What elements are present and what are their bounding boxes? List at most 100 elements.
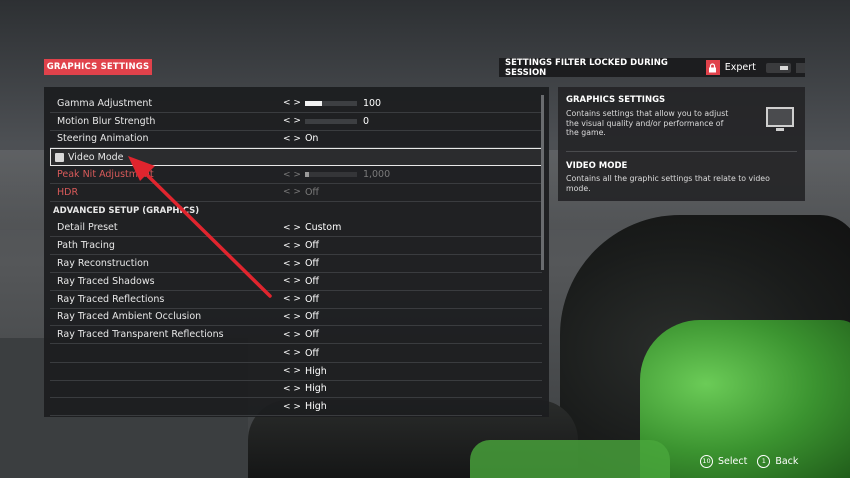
left-right-arrows-icon[interactable]: < > — [283, 223, 301, 233]
setting-control[interactable]: < > Off — [283, 187, 319, 198]
filter-level-toggle[interactable] — [765, 62, 791, 73]
info-description: Contains settings that allow you to adju… — [566, 109, 729, 137]
setting-value: Off — [304, 258, 319, 270]
setting-value: Off — [304, 329, 319, 341]
setting-control[interactable]: < > High — [283, 366, 327, 377]
setting-value: Off — [304, 311, 319, 323]
setting-label: HDR — [57, 186, 79, 198]
setting-label: Motion Blur Strength — [57, 115, 156, 127]
setting-control[interactable]: < > On — [283, 133, 318, 144]
setting-label: Video Mode — [68, 151, 124, 163]
settings-scrollbar[interactable] — [541, 95, 544, 270]
setting-value: Off — [304, 275, 319, 287]
setting-control[interactable]: < > High — [283, 383, 327, 394]
settings-list-panel: Gamma Adjustment < > 100 Motion Blur Str… — [44, 87, 549, 417]
setting-value: On — [304, 133, 319, 145]
page-title: GRAPHICS SETTINGS — [44, 59, 152, 75]
left-right-arrows-icon[interactable]: < > — [283, 116, 301, 126]
left-right-arrows-icon[interactable]: < > — [283, 348, 301, 358]
setting-row-steering-animation[interactable]: Steering Animation < > On — [50, 131, 542, 149]
setting-row-ray-traced-shadows[interactable]: Ray Traced Shadows < > Off — [50, 273, 542, 291]
setting-row-hidden[interactable]: < > Off — [50, 345, 542, 363]
background-cockpit-livery — [470, 440, 670, 478]
setting-row-ray-traced-reflections[interactable]: Ray Traced Reflections < > Off — [50, 291, 542, 309]
left-right-arrows-icon[interactable]: < > — [283, 384, 301, 394]
setting-value: High — [304, 365, 327, 377]
setting-row-peak-nit-adjustment[interactable]: Peak Nit Adjustment < > 1,000 — [50, 166, 542, 184]
setting-control[interactable]: < > Off — [283, 276, 319, 287]
left-right-arrows-icon[interactable]: < > — [283, 330, 301, 340]
left-right-arrows-icon[interactable]: < > — [283, 241, 301, 251]
select-button-icon: 10 — [700, 454, 713, 468]
setting-value: Custom — [304, 222, 342, 234]
back-button[interactable]: Back — [775, 456, 798, 467]
info-divider — [566, 151, 797, 152]
setting-label: Steering Animation — [57, 133, 149, 145]
section-label: ADVANCED SETUP (GRAPHICS) — [53, 205, 200, 216]
setting-control[interactable]: < > Off — [283, 348, 319, 359]
filter-level-square — [795, 62, 805, 73]
left-right-arrows-icon[interactable]: < > — [283, 366, 301, 376]
setting-value: 1,000 — [362, 169, 391, 181]
setting-label: Path Tracing — [57, 240, 115, 252]
left-right-arrows-icon[interactable]: < > — [283, 312, 301, 322]
left-right-arrows-icon[interactable]: < > — [283, 170, 301, 180]
setting-row-detail-preset[interactable]: Detail Preset < > Custom — [50, 220, 542, 238]
setting-row-hidden[interactable]: < > High — [50, 381, 542, 399]
setting-value: Off — [304, 186, 319, 198]
setting-value: High — [304, 401, 327, 413]
setting-label: Detail Preset — [57, 222, 118, 234]
back-button-icon: 1 — [757, 454, 771, 468]
setting-row-hidden[interactable]: < > High — [50, 363, 542, 381]
setting-slider[interactable] — [304, 172, 357, 178]
setting-row-video-mode[interactable]: Video Mode — [50, 148, 542, 167]
setting-value: Off — [304, 293, 319, 305]
setting-slider[interactable] — [304, 100, 357, 106]
setting-row-motion-blur-strength[interactable]: Motion Blur Strength < > 0 — [50, 113, 542, 131]
setting-control[interactable]: < > Off — [283, 258, 319, 269]
left-right-arrows-icon[interactable]: < > — [283, 259, 301, 269]
setting-row-ray-traced-transparent-reflections[interactable]: Ray Traced Transparent Reflections < > O… — [50, 326, 542, 345]
setting-row-hdr[interactable]: HDR < > Off — [50, 184, 542, 202]
setting-control[interactable]: < > 0 — [283, 116, 369, 127]
info-sub-description: Contains all the graphic settings that r… — [566, 174, 770, 193]
setting-control[interactable]: < > Custom — [283, 222, 341, 233]
settings-rows-partially-hidden: < > Off < > High < > High < > High — [50, 345, 542, 417]
setting-control[interactable]: < > Off — [283, 294, 319, 305]
setting-control[interactable]: < > Off — [283, 240, 319, 251]
settings-filter-bar: SETTINGS FILTER LOCKED DURING SESSION Ex… — [499, 57, 805, 78]
footer-controls: 10 Select 1 Back — [700, 452, 798, 470]
setting-label: Ray Reconstruction — [57, 258, 149, 270]
setting-row-path-tracing[interactable]: Path Tracing < > Off — [50, 237, 542, 256]
setting-control[interactable]: < > Off — [283, 329, 319, 340]
setting-row-gamma-adjustment[interactable]: Gamma Adjustment < > 100 — [50, 95, 542, 113]
left-right-arrows-icon[interactable]: < > — [283, 187, 301, 197]
setting-slider[interactable] — [304, 118, 357, 124]
setting-value: Off — [304, 347, 319, 359]
setting-row-hidden[interactable]: < > High — [50, 398, 542, 417]
setting-label: Ray Traced Reflections — [57, 293, 165, 305]
setting-value: High — [304, 383, 327, 395]
select-button[interactable]: Select — [718, 456, 747, 467]
info-panel: GRAPHICS SETTINGS Contains settings that… — [558, 87, 805, 201]
filter-level: Expert — [724, 62, 756, 73]
setting-value: 0 — [362, 115, 369, 127]
left-right-arrows-icon[interactable]: < > — [283, 98, 301, 108]
monitor-icon — [766, 107, 794, 131]
setting-control[interactable]: < > High — [283, 401, 327, 412]
setting-control[interactable]: < > 1,000 — [283, 169, 390, 180]
video-mode-icon — [55, 152, 64, 162]
setting-control[interactable]: < > 100 — [283, 98, 381, 109]
info-title: GRAPHICS SETTINGS — [566, 95, 666, 105]
left-right-arrows-icon[interactable]: < > — [283, 402, 301, 412]
setting-row-ray-traced-ambient-occlusion[interactable]: Ray Traced Ambient Occlusion < > Off — [50, 309, 542, 327]
left-right-arrows-icon[interactable]: < > — [283, 294, 301, 304]
section-header-advanced-setup: ADVANCED SETUP (GRAPHICS) — [50, 202, 542, 220]
filter-label: SETTINGS FILTER LOCKED DURING SESSION — [505, 57, 668, 78]
left-right-arrows-icon[interactable]: < > — [283, 276, 301, 286]
left-right-arrows-icon[interactable]: < > — [283, 134, 301, 144]
lock-icon — [705, 60, 720, 75]
setting-row-ray-reconstruction[interactable]: Ray Reconstruction < > Off — [50, 255, 542, 273]
setting-control[interactable]: < > Off — [283, 311, 319, 322]
setting-label: Ray Traced Transparent Reflections — [57, 329, 224, 341]
